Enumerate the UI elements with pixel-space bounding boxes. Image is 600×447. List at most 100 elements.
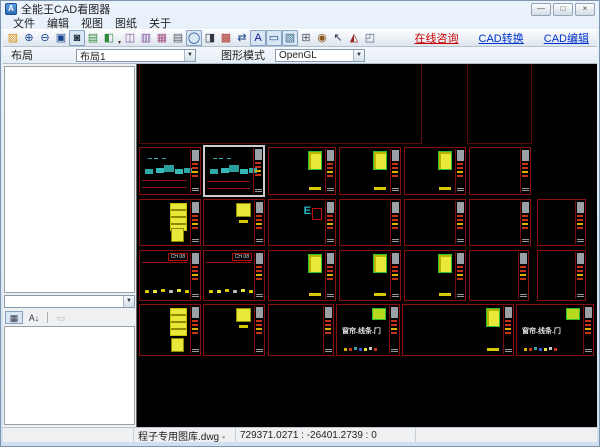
- graphics-mode-select[interactable]: OpenGL ▼: [275, 48, 365, 62]
- drawing-tile[interactable]: [268, 250, 336, 301]
- graphics-mode-value: OpenGL: [279, 49, 317, 61]
- title-block-strip: [253, 148, 262, 194]
- rotate-view-icon[interactable]: ◧: [101, 30, 121, 51]
- layers-icon[interactable]: ▧: [282, 30, 298, 46]
- property-pages-icon: ▭: [56, 312, 66, 323]
- drawing-tile[interactable]: 窗帘.线条.门: [336, 304, 400, 356]
- categorized-icon[interactable]: ▦: [5, 310, 23, 324]
- zoom-out-icon[interactable]: ⊖: [37, 30, 53, 46]
- tile-windows-icon[interactable]: ▥: [138, 30, 154, 46]
- drawing-tile[interactable]: [339, 199, 401, 246]
- title-block-strip: [503, 306, 512, 354]
- zoom-in-icon[interactable]: ⊕: [21, 30, 37, 46]
- maximize-button[interactable]: □: [553, 2, 573, 16]
- locate-icon[interactable]: ◭: [346, 30, 362, 46]
- property-object-select[interactable]: ▼: [4, 295, 135, 308]
- print-icon[interactable]: ⊞: [298, 30, 314, 46]
- title-block-strip: [325, 149, 334, 193]
- orbit-icon[interactable]: ◯: [186, 30, 202, 46]
- chevron-down-icon[interactable]: ▼: [184, 49, 195, 61]
- title-block-strip: [325, 201, 334, 244]
- cad-canvas[interactable]: CH 08 CH 08 窗帘.线条.门 窗帘.线条.门: [136, 64, 597, 427]
- title-block-strip: [390, 149, 399, 193]
- drawing-tile[interactable]: CH 08: [139, 250, 201, 301]
- paste-block-icon[interactable]: ◰: [362, 30, 378, 46]
- drawing-tile[interactable]: [402, 304, 514, 356]
- background-color-icon[interactable]: ▩: [218, 30, 234, 46]
- title-block-strip: [190, 201, 199, 244]
- drawing-tile[interactable]: [203, 199, 265, 246]
- drawing-tile[interactable]: [268, 199, 336, 246]
- brush-icon[interactable]: ◉: [314, 30, 330, 46]
- drawing-tile[interactable]: [339, 250, 401, 301]
- chevron-down-icon[interactable]: ▼: [353, 49, 364, 61]
- layout-list-icon[interactable]: ▤: [170, 30, 186, 46]
- drawing-tile[interactable]: [203, 145, 265, 197]
- sheet-text: 窗帘.线条.门: [522, 328, 561, 335]
- text-toggle-icon[interactable]: A: [250, 30, 266, 46]
- status-filler: [416, 428, 597, 442]
- drawing-tile[interactable]: [537, 199, 586, 246]
- online-support-link[interactable]: 在线咨询: [415, 30, 459, 46]
- title-block-strip: [455, 149, 464, 193]
- menu-bar: 文件 编辑 视图 图纸 关于: [3, 16, 597, 30]
- properties-panel: ▼ ▦ A↓ ▭: [3, 64, 136, 427]
- title-block-strip: [518, 252, 527, 299]
- title-block-strip: [520, 149, 529, 193]
- property-list[interactable]: [4, 326, 135, 425]
- close-button[interactable]: ×: [575, 2, 595, 16]
- drawing-tile[interactable]: 窗帘.线条.门: [516, 304, 594, 356]
- toolbar-separator: [47, 311, 48, 323]
- sheet-label: CH 08: [167, 253, 188, 261]
- image-export-icon[interactable]: ▤: [85, 30, 101, 46]
- full-screen-icon[interactable]: ◙: [69, 30, 85, 46]
- app-window: A 全能王CAD看图器 — □ × 文件 编辑 视图 图纸 关于 ▨ ⊕ ⊖ ▣ ◙ ▤ ◧…: [0, 0, 600, 447]
- layout-select[interactable]: 布局1 ▼: [76, 48, 196, 63]
- drawing-tile[interactable]: [467, 64, 532, 144]
- title-block-strip: [254, 252, 263, 299]
- shade-toggle-icon[interactable]: ◨: [202, 30, 218, 46]
- drawing-tile[interactable]: [537, 250, 586, 301]
- drawing-tile[interactable]: [139, 147, 201, 195]
- title-block-strip: [455, 252, 464, 299]
- title-block-strip: [455, 201, 464, 244]
- window-border: [3, 442, 597, 446]
- drawing-tile[interactable]: [469, 147, 531, 195]
- cad-edit-link[interactable]: CAD编辑: [544, 30, 589, 46]
- drawing-tile[interactable]: [339, 147, 401, 195]
- chevron-down-icon[interactable]: ▼: [123, 296, 134, 307]
- minimize-button[interactable]: —: [531, 2, 551, 16]
- pan-icon[interactable]: ⇄: [234, 30, 250, 46]
- drawing-tile[interactable]: [268, 304, 334, 356]
- title-block-strip: [254, 306, 263, 354]
- drawing-tile[interactable]: CH 08: [203, 250, 265, 301]
- drawing-tile[interactable]: [139, 199, 201, 246]
- toolbar-links: 在线咨询 CAD转换 CAD编辑: [415, 30, 595, 46]
- title-block-strip: [254, 201, 263, 244]
- drawing-tile[interactable]: [203, 304, 265, 356]
- measure-icon[interactable]: ▭: [266, 30, 282, 46]
- cad-convert-link[interactable]: CAD转换: [479, 30, 524, 46]
- drawing-tile[interactable]: [139, 64, 422, 144]
- drawing-tile[interactable]: [404, 147, 466, 195]
- drawing-tile[interactable]: [268, 147, 336, 195]
- open-file-icon[interactable]: ▨: [5, 30, 21, 46]
- title-block-strip: [389, 306, 398, 354]
- drawing-tile[interactable]: [404, 199, 466, 246]
- properties-preview-box[interactable]: [4, 66, 135, 293]
- panel-toolbar: ▦ A↓ ▭: [4, 310, 135, 324]
- sort-alphabetical-icon[interactable]: A↓: [25, 311, 43, 324]
- title-block-strip: [575, 201, 584, 244]
- select-pointer-icon[interactable]: ↖: [330, 30, 346, 46]
- title-block-strip: [325, 252, 334, 299]
- drawing-tile[interactable]: [139, 304, 201, 356]
- title-block-strip: [520, 201, 529, 244]
- drawing-tile[interactable]: [404, 250, 466, 301]
- previous-view-icon[interactable]: ▣: [53, 30, 69, 46]
- new-window-icon[interactable]: ▦: [154, 30, 170, 46]
- cascade-windows-icon[interactable]: ◫: [122, 30, 138, 46]
- title-block-strip: [323, 306, 332, 354]
- status-spacer: [3, 428, 134, 442]
- drawing-tile[interactable]: [469, 199, 531, 246]
- drawing-tile[interactable]: [469, 250, 529, 301]
